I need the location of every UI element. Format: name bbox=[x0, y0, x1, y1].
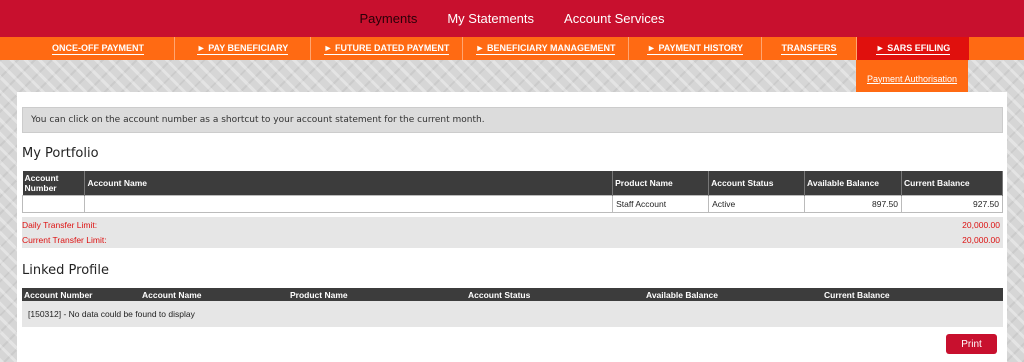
subnav-payment-history[interactable]: ► PAYMENT HISTORY bbox=[629, 37, 762, 60]
info-message: You can click on the account number as a… bbox=[22, 107, 1003, 133]
linked-col-account-name: Account Name bbox=[140, 288, 288, 301]
cell-account-number[interactable] bbox=[21, 195, 86, 213]
subnav-sars-efiling[interactable]: ► SARS EFILING bbox=[857, 37, 969, 60]
sub-navigation: ONCE-OFF PAYMENT ► PAY BENEFICIARY ► FUT… bbox=[0, 37, 1024, 60]
dropdown-payment-authorisation[interactable]: Payment Authorisation bbox=[867, 74, 957, 84]
col-available-balance: Available Balance bbox=[804, 171, 902, 196]
linked-col-account-status: Account Status bbox=[466, 288, 644, 301]
subnav-label: ► SARS EFILING bbox=[875, 42, 951, 55]
subnav-beneficiary-management[interactable]: ► BENEFICIARY MANAGEMENT bbox=[463, 37, 629, 60]
daily-limit-label: Daily Transfer Limit: bbox=[22, 220, 98, 230]
current-limit-label: Current Transfer Limit: bbox=[22, 235, 107, 245]
no-data-text: [150312] - No data could be found to dis… bbox=[28, 309, 195, 319]
subnav-label: ► PAYMENT HISTORY bbox=[647, 42, 743, 55]
top-nav-payments[interactable]: Payments bbox=[360, 11, 418, 26]
subnav-label: ONCE-OFF PAYMENT bbox=[51, 42, 144, 55]
subnav-label: ► FUTURE DATED PAYMENT bbox=[323, 42, 450, 55]
linked-col-product-name: Product Name bbox=[288, 288, 466, 301]
table-row: Staff Account Active 897.50 927.50 bbox=[21, 195, 1003, 213]
subnav-once-off-payment[interactable]: ONCE-OFF PAYMENT bbox=[22, 37, 175, 60]
cell-account-name bbox=[84, 195, 614, 213]
linked-col-available-balance: Available Balance bbox=[644, 288, 822, 301]
top-nav-account-services[interactable]: Account Services bbox=[564, 11, 664, 26]
print-button[interactable]: Print bbox=[946, 334, 997, 354]
cell-current-balance: 927.50 bbox=[901, 195, 1003, 213]
col-current-balance: Current Balance bbox=[901, 171, 1003, 196]
subnav-future-dated-payment[interactable]: ► FUTURE DATED PAYMENT bbox=[311, 37, 463, 60]
top-nav-my-statements[interactable]: My Statements bbox=[447, 11, 534, 26]
info-text: You can click on the account number as a… bbox=[31, 115, 485, 125]
subnav-pay-beneficiary[interactable]: ► PAY BENEFICIARY bbox=[175, 37, 311, 60]
cell-account-status: Active bbox=[708, 195, 806, 213]
col-account-name: Account Name bbox=[84, 171, 614, 196]
top-navigation: Payments My Statements Account Services bbox=[0, 0, 1024, 37]
daily-limit-row: Daily Transfer Limit: 20,000.00 bbox=[22, 218, 1003, 232]
portfolio-heading: My Portfolio bbox=[22, 146, 99, 161]
subnav-label: ► PAY BENEFICIARY bbox=[196, 42, 289, 55]
col-product-name: Product Name bbox=[612, 171, 710, 196]
current-limit-value: 20,000.00 bbox=[962, 235, 1000, 245]
portfolio-table: Account Number Account Name Product Name… bbox=[21, 171, 1003, 213]
col-account-number: Account Number bbox=[22, 171, 86, 196]
daily-limit-value: 20,000.00 bbox=[962, 220, 1000, 230]
linked-col-current-balance: Current Balance bbox=[822, 288, 1003, 301]
linked-profile-heading: Linked Profile bbox=[22, 263, 109, 278]
linked-profile-table: Account Number Account Name Product Name… bbox=[22, 288, 1003, 301]
current-limit-row: Current Transfer Limit: 20,000.00 bbox=[22, 233, 1003, 247]
subnav-transfers[interactable]: TRANSFERS bbox=[762, 37, 857, 60]
cell-product-name: Staff Account bbox=[612, 195, 710, 213]
linked-col-account-number: Account Number bbox=[22, 288, 140, 301]
subnav-label: ► BENEFICIARY MANAGEMENT bbox=[475, 42, 616, 55]
cell-available-balance: 897.50 bbox=[804, 195, 902, 213]
no-data-message: [150312] - No data could be found to dis… bbox=[22, 301, 1003, 327]
transfer-limits: Daily Transfer Limit: 20,000.00 Current … bbox=[22, 217, 1003, 248]
subnav-label: TRANSFERS bbox=[781, 42, 837, 55]
col-account-status: Account Status bbox=[708, 171, 806, 196]
